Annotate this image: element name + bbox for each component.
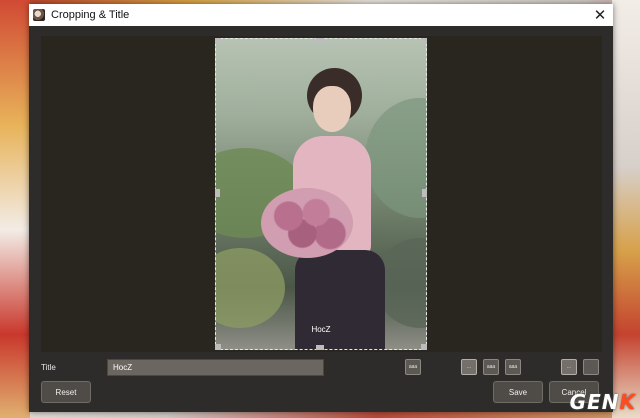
layout-preset-b-button[interactable] bbox=[583, 359, 599, 375]
crop-handle-bottom-right[interactable] bbox=[421, 344, 427, 350]
cropping-dialog: Cropping & Title ✕ HocZ Title HocZ aaa .… bbox=[29, 4, 613, 412]
crop-handle-left[interactable] bbox=[215, 189, 220, 197]
crop-handle-top-left[interactable] bbox=[215, 38, 221, 44]
title-bar: Cropping & Title ✕ bbox=[29, 4, 613, 26]
title-label: Title bbox=[41, 363, 56, 372]
genk-watermark-logo: GENK bbox=[569, 390, 636, 414]
crop-handle-bottom[interactable] bbox=[316, 345, 324, 350]
position-preset-c-button[interactable]: aaa bbox=[483, 359, 499, 375]
position-preset-a-button[interactable]: aaa bbox=[405, 359, 421, 375]
layout-preset-a-button[interactable]: ... bbox=[561, 359, 577, 375]
crop-handle-bottom-left[interactable] bbox=[215, 344, 221, 350]
crop-handle-right[interactable] bbox=[422, 189, 427, 197]
close-button[interactable]: ✕ bbox=[589, 5, 611, 25]
app-icon bbox=[33, 9, 45, 21]
position-preset-d-button[interactable]: aaa bbox=[505, 359, 521, 375]
crop-handle-top-right[interactable] bbox=[421, 38, 427, 44]
crop-workarea: HocZ bbox=[41, 36, 602, 352]
position-preset-b-button[interactable]: ... bbox=[461, 359, 477, 375]
crop-frame[interactable] bbox=[215, 38, 427, 350]
crop-handle-top[interactable] bbox=[316, 38, 324, 43]
save-button[interactable]: Save bbox=[493, 381, 543, 403]
background-right bbox=[612, 0, 640, 418]
close-icon: ✕ bbox=[593, 7, 607, 24]
reset-button[interactable]: Reset bbox=[41, 381, 91, 403]
background-left bbox=[0, 0, 30, 418]
title-input[interactable] bbox=[107, 359, 324, 376]
window-title: Cropping & Title bbox=[51, 9, 130, 21]
